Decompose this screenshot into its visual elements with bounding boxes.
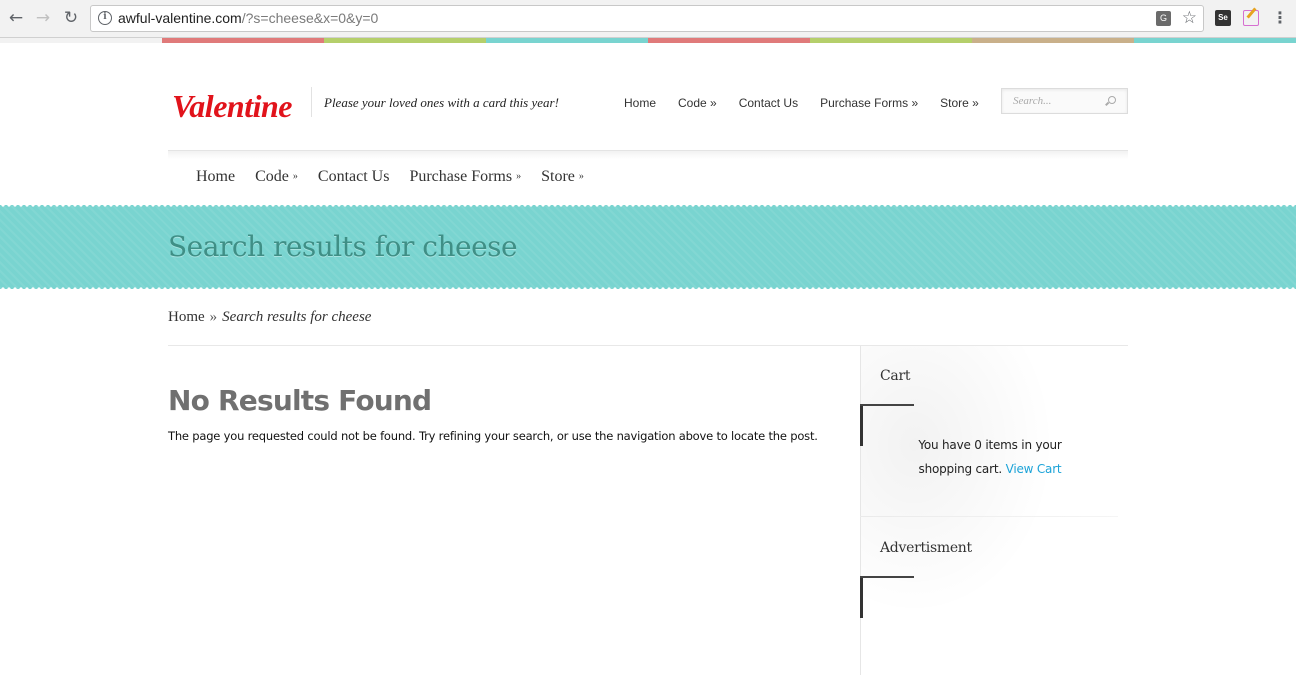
- main-nav-purchase-forms[interactable]: Purchase Forms»: [409, 168, 521, 186]
- color-strip-segment: [648, 38, 810, 43]
- main-nav-store-label: Store: [541, 168, 575, 185]
- sidebar-divider: [860, 516, 1118, 517]
- browser-toolbar: ← → ↻ i awful-valentine.com/?s=cheese&x=…: [0, 0, 1296, 38]
- breadcrumb: Home» Search results for cheese: [168, 309, 371, 326]
- main-navigation: Home Code» Contact Us Purchase Forms» St…: [196, 168, 584, 186]
- forward-arrow-icon[interactable]: →: [33, 8, 53, 28]
- top-nav-contact-us[interactable]: Contact Us: [739, 96, 798, 110]
- edit-extension-icon[interactable]: [1243, 10, 1259, 26]
- submenu-arrow-icon: »: [292, 171, 298, 182]
- breadcrumb-home[interactable]: Home: [168, 309, 205, 325]
- address-bar[interactable]: i awful-valentine.com/?s=cheese&x=0&y=0 …: [90, 5, 1204, 32]
- top-nav-purchase-forms[interactable]: Purchase Forms »: [820, 96, 918, 110]
- cart-widget-tab: [860, 404, 914, 406]
- site-tagline: Please your loved ones with a card this …: [324, 95, 559, 110]
- ad-widget-fold: [860, 578, 863, 618]
- cart-widget-fold: [860, 406, 863, 446]
- color-strip-segment: [486, 38, 648, 43]
- main-nav-home-label: Home: [196, 168, 236, 185]
- main-nav-purchase-forms-label: Purchase Forms: [409, 168, 513, 185]
- submenu-arrow-icon: »: [516, 171, 522, 182]
- main-nav-store[interactable]: Store»: [541, 168, 584, 186]
- top-nav-home[interactable]: Home: [624, 96, 656, 110]
- color-strip-segment: [1134, 38, 1296, 43]
- ad-widget-tab: [860, 576, 914, 578]
- cart-widget-title: Cart: [880, 368, 911, 384]
- header-color-strip: [0, 38, 1296, 43]
- url-path: /?s=cheese&x=0&y=0: [241, 10, 379, 26]
- search-input[interactable]: [1002, 89, 1102, 113]
- logo-divider: [311, 87, 312, 117]
- sidebar: [860, 346, 1128, 675]
- page-title: Search results for cheese: [168, 230, 518, 263]
- submenu-arrow-icon: »: [578, 171, 584, 182]
- main-nav-home[interactable]: Home: [196, 168, 235, 186]
- back-arrow-icon[interactable]: ←: [6, 8, 26, 28]
- view-cart-link[interactable]: View Cart: [1006, 462, 1062, 476]
- main-nav-code[interactable]: Code»: [255, 168, 298, 186]
- main-nav-code-label: Code: [255, 168, 289, 185]
- breadcrumb-separator: »: [209, 309, 218, 325]
- main-nav-contact-us[interactable]: Contact Us: [318, 168, 390, 186]
- translate-icon[interactable]: G: [1156, 11, 1171, 26]
- color-strip-segment: [0, 38, 162, 43]
- top-navigation: Home Code » Contact Us Purchase Forms » …: [624, 96, 979, 110]
- no-results-heading: No Results Found: [168, 384, 432, 417]
- color-strip-segment: [162, 38, 324, 43]
- url-host: awful-valentine.com: [118, 10, 242, 26]
- address-url[interactable]: awful-valentine.com/?s=cheese&x=0&y=0: [118, 10, 378, 26]
- color-strip-segment: [972, 38, 1134, 43]
- reload-icon[interactable]: ↻: [61, 8, 81, 28]
- header-divider-shadow: [168, 151, 1128, 159]
- breadcrumb-current: Search results for cheese: [222, 309, 372, 325]
- site-logo[interactable]: Valentine: [172, 88, 292, 125]
- info-icon[interactable]: i: [98, 11, 112, 25]
- search-box: [1001, 88, 1128, 114]
- bookmark-star-icon[interactable]: ☆: [1182, 8, 1197, 28]
- browser-menu-icon[interactable]: ⋮: [1272, 7, 1288, 29]
- color-strip-segment: [324, 38, 486, 43]
- no-results-message: The page you requested could not be foun…: [168, 429, 818, 443]
- color-strip-segment: [810, 38, 972, 43]
- top-nav-code[interactable]: Code »: [678, 96, 717, 110]
- search-icon[interactable]: [1108, 96, 1116, 104]
- ad-widget-title: Advertisment: [880, 540, 972, 556]
- top-nav-store[interactable]: Store »: [940, 96, 979, 110]
- selenium-extension-icon[interactable]: Se: [1215, 10, 1231, 26]
- main-nav-contact-us-label: Contact Us: [317, 168, 390, 185]
- cart-summary: You have 0 items in your shopping cart. …: [892, 433, 1088, 481]
